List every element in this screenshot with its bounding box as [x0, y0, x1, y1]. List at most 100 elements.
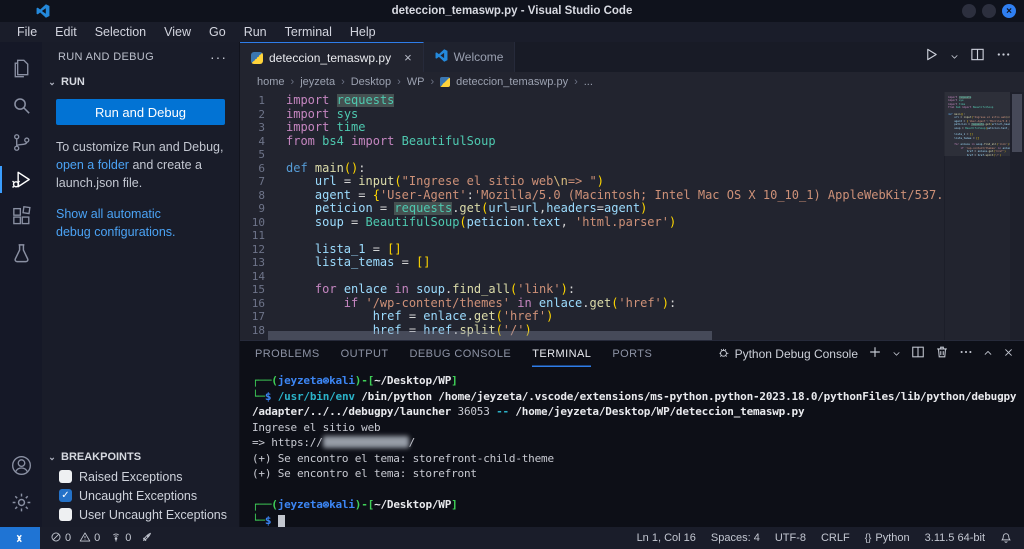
breakpoint-item-user-uncaught-exceptions[interactable]: User Uncaught Exceptions: [42, 505, 239, 524]
code-line[interactable]: 2 import sys: [240, 108, 944, 122]
breadcrumb-item-[interactable]: ...: [584, 76, 593, 88]
testing-icon[interactable]: [0, 235, 42, 272]
code-line[interactable]: 12 lista_1 = []: [240, 243, 944, 257]
panel-tab-debug-console[interactable]: DEBUG CONSOLE: [410, 341, 512, 367]
vertical-scrollbar-thumb[interactable]: [1012, 94, 1022, 152]
code-line[interactable]: 4 from bs4 import BeautifulSoup: [240, 135, 944, 149]
settings-icon[interactable]: [0, 484, 42, 521]
terminal-line[interactable]: Ingrese el sitio web: [252, 420, 1024, 436]
encoding-status[interactable]: UTF-8: [775, 532, 806, 544]
code-line[interactable]: 14: [240, 270, 944, 284]
explorer-icon[interactable]: [0, 50, 42, 87]
terminal-line[interactable]: /adapter/../../debugpy/launcher 36053 --…: [252, 404, 1024, 420]
horizontal-scrollbar[interactable]: [268, 331, 712, 340]
code-line[interactable]: 13 lista_temas = []: [240, 256, 944, 270]
terminal-line[interactable]: => https://xxxxxxxxxxxx/: [252, 435, 1024, 451]
code-line[interactable]: 8 agent = {'User-Agent':'Mozilla/5.0 (Ma…: [240, 189, 944, 203]
breadcrumb-item-home[interactable]: home: [257, 76, 285, 88]
code-line[interactable]: 11: [240, 229, 944, 243]
menu-help[interactable]: Help: [341, 25, 385, 39]
notifications-bell-icon[interactable]: [1000, 532, 1012, 544]
code-line[interactable]: 1 import requests: [240, 94, 944, 108]
show-configs-link[interactable]: Show all automatic debug configurations.: [56, 205, 199, 241]
run-and-debug-button[interactable]: Run and Debug: [56, 99, 225, 125]
terminal-line[interactable]: (+) Se encontro el tema: storefront: [252, 466, 1024, 482]
panel-tab-problems[interactable]: PROBLEMS: [255, 341, 320, 367]
code-line[interactable]: 10 soup = BeautifulSoup(peticion.text, '…: [240, 216, 944, 230]
eol-status[interactable]: CRLF: [821, 532, 850, 544]
terminal-output[interactable]: ┌──(jeyzeta⊛kali)-[~/Desktop/WP] └─$ /usr…: [240, 367, 1024, 527]
code-line[interactable]: 17 href = enlace.get('href'): [240, 310, 944, 324]
split-terminal-icon[interactable]: [911, 345, 925, 364]
checkbox[interactable]: [59, 470, 72, 483]
tab-welcome[interactable]: Welcome: [423, 42, 516, 72]
search-icon[interactable]: [0, 87, 42, 124]
maximize-button[interactable]: [982, 4, 996, 18]
code-line[interactable]: 7 url = input("Ingrese el sitio web\n=> …: [240, 175, 944, 189]
account-icon[interactable]: [0, 447, 42, 484]
open-folder-link[interactable]: open a folder: [56, 158, 129, 172]
panel-tab-ports[interactable]: PORTS: [612, 341, 652, 367]
checkbox[interactable]: ✓: [59, 489, 72, 502]
problems-status[interactable]: 0 0: [50, 531, 100, 546]
menu-run[interactable]: Run: [235, 25, 276, 39]
terminal-line[interactable]: └─$ /usr/bin/env /bin/python /home/jeyze…: [252, 389, 1024, 405]
menu-terminal[interactable]: Terminal: [276, 25, 341, 39]
breakpoints-header[interactable]: ⌄ BREAKPOINTS: [42, 447, 239, 467]
code-line[interactable]: 15 for enlace in soup.find_all('link'):: [240, 283, 944, 297]
code-lines[interactable]: 1 import requests 2 import sys 3 import time 4…: [240, 92, 944, 340]
breakpoint-item-uncaught-exceptions[interactable]: ✓ Uncaught Exceptions: [42, 486, 239, 505]
menu-file[interactable]: File: [8, 25, 46, 39]
terminal-line[interactable]: ┌──(jeyzeta⊛kali)-[~/Desktop/WP]: [252, 497, 1024, 513]
checkbox[interactable]: [59, 508, 72, 521]
ports-status[interactable]: 0: [110, 531, 131, 546]
cursor-position[interactable]: Ln 1, Col 16: [637, 532, 696, 544]
breadcrumb-item-jeyzeta[interactable]: jeyzeta: [300, 76, 335, 88]
vertical-scrollbar[interactable]: [1010, 92, 1024, 340]
run-python-file-icon[interactable]: [924, 47, 939, 67]
more-actions-icon[interactable]: [959, 345, 973, 364]
language-mode[interactable]: {} Python: [865, 532, 910, 544]
breadcrumb-item-wp[interactable]: WP: [407, 76, 425, 88]
chevron-down-icon[interactable]: [950, 48, 959, 66]
chevron-down-icon[interactable]: [892, 345, 901, 363]
run-section-header[interactable]: ⌄ RUN: [42, 72, 239, 92]
launch-status[interactable]: [141, 531, 153, 546]
terminal-line[interactable]: [252, 482, 1024, 498]
indentation-status[interactable]: Spaces: 4: [711, 532, 760, 544]
menu-view[interactable]: View: [155, 25, 200, 39]
extensions-icon[interactable]: [0, 198, 42, 235]
new-terminal-icon[interactable]: [868, 345, 882, 364]
terminal-profile[interactable]: Python Debug Console: [717, 346, 858, 362]
run-and-debug-icon[interactable]: [0, 161, 42, 198]
source-control-icon[interactable]: [0, 124, 42, 161]
terminal-line[interactable]: └─$: [252, 513, 1024, 527]
menu-selection[interactable]: Selection: [86, 25, 155, 39]
minimize-button[interactable]: [962, 4, 976, 18]
remote-indicator[interactable]: [0, 527, 40, 549]
close-panel-icon[interactable]: [1003, 345, 1014, 363]
panel-tab-terminal[interactable]: TERMINAL: [532, 341, 591, 367]
code-line[interactable]: 3 import time: [240, 121, 944, 135]
breadcrumb-item-desktop[interactable]: Desktop: [351, 76, 391, 88]
code-line[interactable]: 16 if '/wp-content/themes' in enlace.get…: [240, 297, 944, 311]
terminal-line[interactable]: (+) Se encontro el tema: storefront-chil…: [252, 451, 1024, 467]
minimap-slider[interactable]: [944, 92, 1010, 156]
code-line[interactable]: 5: [240, 148, 944, 162]
menu-go[interactable]: Go: [200, 25, 235, 39]
code-editor[interactable]: 1 import requests 2 import sys 3 import time 4…: [240, 92, 1024, 340]
kill-terminal-icon[interactable]: [935, 345, 949, 364]
terminal-line[interactable]: ┌──(jeyzeta⊛kali)-[~/Desktop/WP]: [252, 373, 1024, 389]
more-actions-icon[interactable]: ···: [210, 49, 227, 65]
python-interpreter[interactable]: 3.11.5 64-bit: [925, 532, 985, 544]
menu-edit[interactable]: Edit: [46, 25, 86, 39]
breadcrumb-item-deteccion-temaswp-py[interactable]: deteccion_temaswp.py: [456, 76, 568, 88]
code-line[interactable]: 6 def main():: [240, 162, 944, 176]
close-button[interactable]: ×: [1002, 4, 1016, 18]
split-editor-icon[interactable]: [970, 47, 985, 67]
code-line[interactable]: 9 peticion = requests.get(url=url,header…: [240, 202, 944, 216]
more-actions-icon[interactable]: [996, 47, 1011, 67]
breadcrumb[interactable]: home › jeyzeta › Desktop › WP › deteccion_temasw…: [240, 72, 1024, 92]
breakpoint-item-raised-exceptions[interactable]: Raised Exceptions: [42, 467, 239, 486]
panel-tab-output[interactable]: OUTPUT: [341, 341, 389, 367]
